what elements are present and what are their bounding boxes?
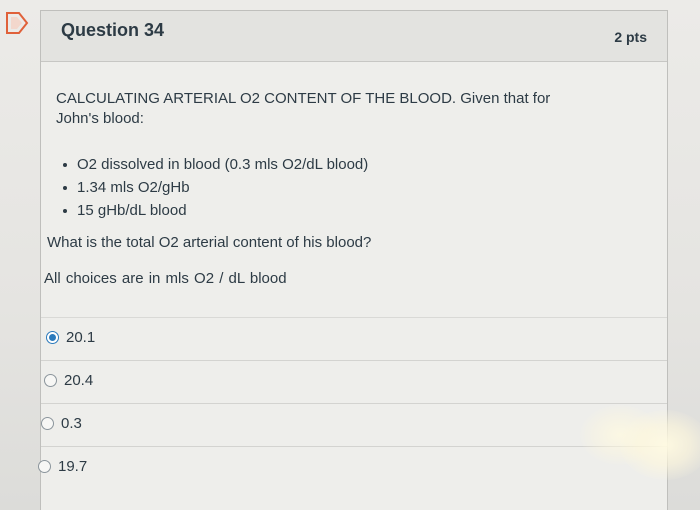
answer-label: 19.7: [58, 458, 88, 475]
quiz-screen: Question 34 2 pts CALCULATING ARTERIAL O…: [0, 0, 700, 510]
units-note: All choices are in mls O2 / dL blood: [44, 270, 287, 287]
answer-label: 0.3: [61, 415, 82, 432]
given-item: O2 dissolved in blood (0.3 mls O2/dL blo…: [63, 153, 368, 176]
question-points: 2 pts: [614, 29, 647, 45]
answer-option[interactable]: 19.7: [38, 446, 667, 489]
question-prompt: What is the total O2 arterial content of…: [47, 234, 372, 251]
radio-button[interactable]: [44, 374, 57, 387]
answer-option[interactable]: 0.3: [41, 403, 667, 446]
radio-button-selected[interactable]: [46, 331, 59, 344]
radio-button[interactable]: [41, 417, 54, 430]
flag-icon[interactable]: [6, 12, 30, 34]
givens-list: O2 dissolved in blood (0.3 mls O2/dL blo…: [63, 153, 368, 222]
question-header: Question 34 2 pts: [41, 11, 667, 62]
screen-glare: [620, 410, 700, 480]
answer-label: 20.1: [66, 329, 96, 346]
radio-button[interactable]: [38, 460, 51, 473]
question-title: Question 34: [61, 20, 165, 40]
answer-label: 20.4: [64, 372, 94, 389]
question-card: Question 34 2 pts CALCULATING ARTERIAL O…: [38, 10, 668, 510]
answer-option[interactable]: 20.1: [41, 317, 667, 360]
question-intro-continued: John's blood:: [56, 110, 144, 127]
given-item: 15 gHb/dL blood: [63, 199, 368, 222]
answer-list: 20.1 20.4 0.3 19.7: [38, 317, 667, 489]
answer-option[interactable]: 20.4: [41, 360, 667, 403]
given-item: 1.34 mls O2/gHb: [63, 176, 368, 199]
question-intro: CALCULATING ARTERIAL O2 CONTENT OF THE B…: [56, 90, 551, 107]
